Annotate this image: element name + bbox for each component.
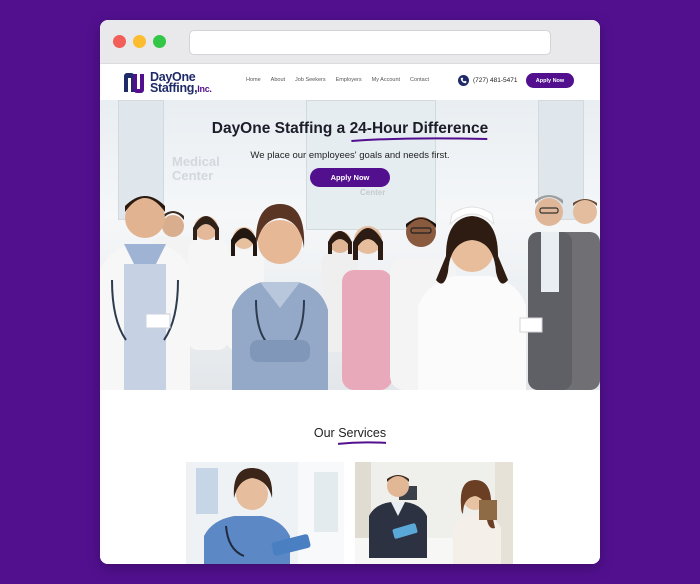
browser-toolbar [100, 20, 600, 64]
hero-apply-now-button[interactable]: Apply Now [310, 168, 390, 187]
staff-person-back-6 [528, 195, 572, 390]
services-heading: Our Services [100, 426, 600, 445]
maximize-window-button[interactable] [153, 35, 166, 48]
heading-underline-swoosh [350, 137, 487, 142]
close-window-button[interactable] [113, 35, 126, 48]
phone-number: (727) 481-5471 [473, 77, 518, 84]
nav-link-employers[interactable]: Employers [336, 77, 362, 83]
services-heading-highlight: Services [338, 426, 387, 440]
logo-suffix: Inc. [197, 83, 212, 94]
staff-person-back-2 [188, 216, 228, 350]
nav-link-my-account[interactable]: My Account [372, 77, 400, 83]
service-card-healthcare[interactable] [186, 462, 344, 564]
logo-name-line2: Staffing, [150, 80, 198, 95]
address-bar[interactable] [189, 30, 551, 55]
logo-text: DayOne Staffing,Inc. [150, 70, 212, 95]
nurse-with-tablet-photo [186, 462, 344, 564]
minimize-window-button[interactable] [133, 35, 146, 48]
nav-link-job-seekers[interactable]: Job Seekers [295, 77, 326, 83]
nav-link-contact[interactable]: Contact [410, 77, 429, 83]
main-navigation: Home About Job Seekers Employers My Acco… [246, 77, 439, 83]
service-card-office[interactable] [355, 462, 513, 564]
nav-link-about[interactable]: About [271, 77, 285, 83]
phone-contact[interactable]: (727) 481-5471 [458, 75, 517, 86]
hero-heading-prefix: DayOne Staffing a [211, 120, 350, 137]
header-apply-now-button[interactable]: Apply Now [526, 73, 574, 88]
phone-icon [458, 75, 469, 86]
services-heading-prefix: Our [313, 426, 339, 440]
browser-window: DayOne Staffing,Inc. Home About Job Seek… [100, 20, 600, 564]
nav-link-home[interactable]: Home [246, 77, 261, 83]
site-header: DayOne Staffing,Inc. Home About Job Seek… [100, 64, 600, 100]
business-meeting-photo [355, 462, 513, 564]
logo-mark-icon [124, 73, 144, 93]
hero-heading-highlight: 24-Hour Difference [349, 120, 489, 137]
hero-heading: DayOne Staffing a 24-Hour Difference [100, 120, 600, 142]
medical-team-photo [100, 195, 600, 390]
hero-subtitle: We place our employees' goals and needs … [250, 150, 450, 161]
hero-banner: Medical Center Center DayOne Staffing a … [100, 100, 600, 390]
services-underline-swoosh [338, 441, 387, 445]
nurse-female-front-right [418, 206, 543, 390]
website: DayOne Staffing,Inc. Home About Job Seek… [100, 64, 600, 564]
site-logo[interactable]: DayOne Staffing,Inc. [122, 70, 212, 96]
